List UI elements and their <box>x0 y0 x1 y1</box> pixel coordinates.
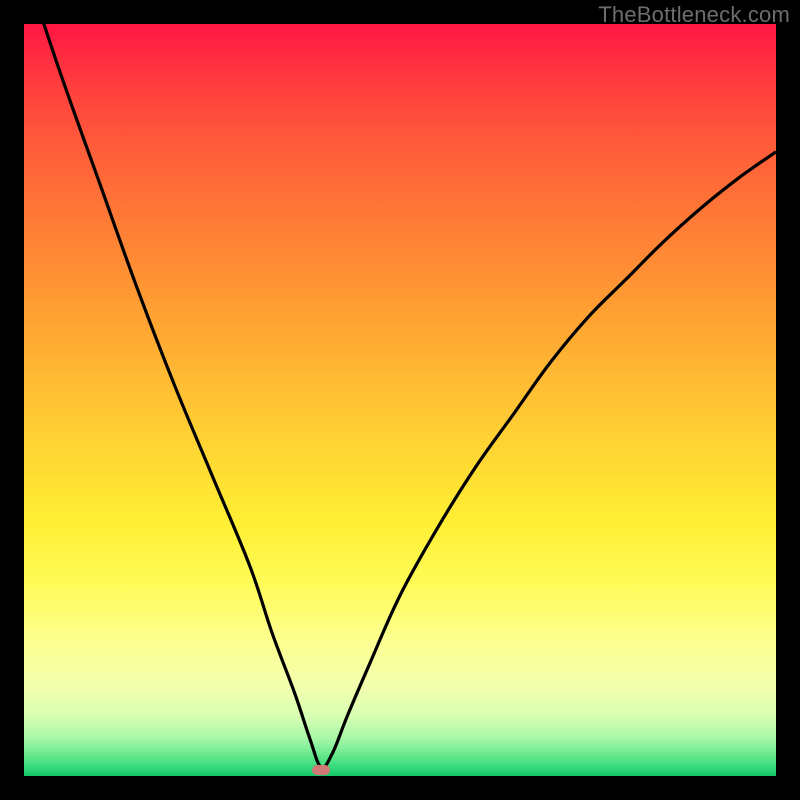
curve-path <box>24 24 776 768</box>
chart-frame: TheBottleneck.com <box>0 0 800 800</box>
plot-area <box>24 24 776 776</box>
watermark-text: TheBottleneck.com <box>598 2 790 28</box>
optimal-marker <box>312 765 330 775</box>
bottleneck-curve <box>24 24 776 776</box>
